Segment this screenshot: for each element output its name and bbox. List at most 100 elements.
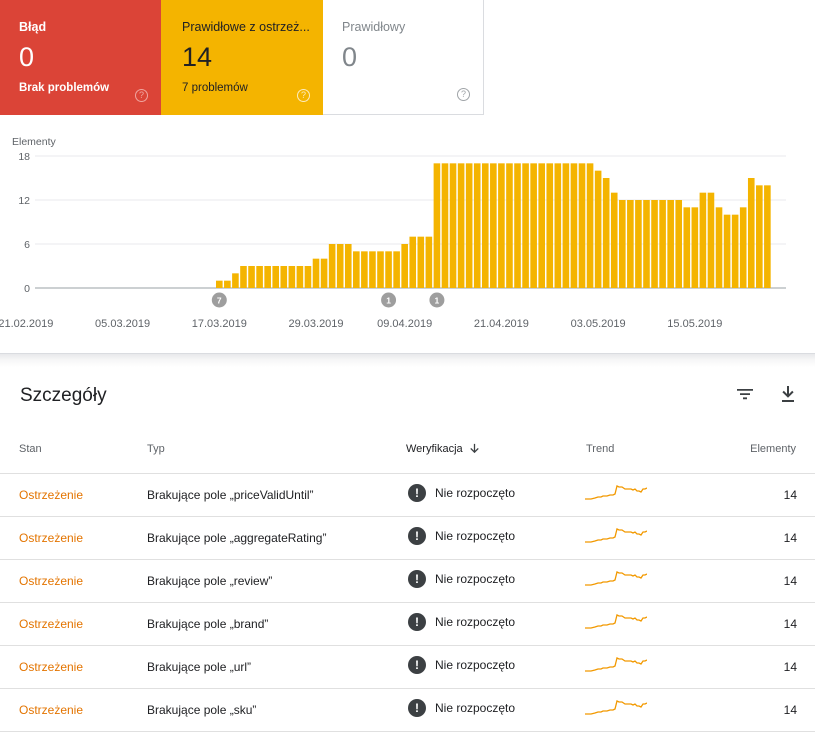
chart-bar[interactable] [304,266,312,288]
chart-bar[interactable] [457,163,465,288]
column-header-elementy[interactable]: Elementy [750,443,796,455]
chart-annotation[interactable]: 1 [381,292,397,308]
chart-bar[interactable] [602,178,610,288]
chart-bar[interactable] [433,163,441,288]
chart-bar[interactable] [764,185,771,288]
exclamation-icon: ! [408,570,426,588]
table-row[interactable]: Ostrzeżenie Brakujące pole „priceValidUnt… [0,474,815,517]
type-cell: Brakujące pole „sku” [147,703,257,717]
chart-bar[interactable] [473,163,481,288]
chart-bar[interactable] [312,258,320,288]
chart-bar[interactable] [224,280,231,288]
chart-bar[interactable] [361,251,368,288]
chart-bar[interactable] [731,214,739,288]
table-row[interactable]: Ostrzeżenie Brakujące pole „brand”! Nie ro… [0,603,815,646]
chart-bar[interactable] [353,251,360,288]
chart-bar[interactable] [328,244,336,288]
chart-bar[interactable] [288,266,296,288]
chart-bar[interactable] [619,200,626,288]
error-card[interactable]: Błąd 0 Brak problemów ? [0,0,161,115]
chart-bar[interactable] [377,251,384,288]
chart-bar[interactable] [248,266,255,288]
column-header-typ[interactable]: Typ [147,443,165,455]
chart-bar[interactable] [570,163,578,288]
chart-bar[interactable] [506,163,513,288]
chart-bar[interactable] [272,266,280,288]
table-row[interactable]: Ostrzeżenie Brakujące pole „review”! Nie r… [0,560,815,603]
column-header-weryfikacja[interactable]: Weryfikacja [406,443,480,455]
chart-bar[interactable] [425,236,433,288]
chart-bar[interactable] [522,163,529,288]
chart-bar[interactable] [691,207,699,288]
chart-bar[interactable] [659,200,666,288]
chart-bar[interactable] [554,163,562,288]
chart-bar[interactable] [546,163,554,288]
chart-bar[interactable] [538,163,545,288]
type-cell: Brakujące pole „review” [147,574,273,588]
help-icon[interactable]: ? [457,88,470,101]
chart-bar[interactable] [216,280,223,288]
chart-bar[interactable] [490,163,497,288]
download-icon[interactable] [776,382,800,406]
validation-cell: ! Nie rozpoczęto [408,484,515,502]
chart-bar[interactable] [635,200,642,288]
chart-annotation[interactable]: 1 [429,292,445,308]
chart-bar[interactable] [465,163,473,288]
chart-bar[interactable] [514,163,521,288]
chart-bar[interactable] [369,251,376,288]
chart-bar[interactable] [643,200,650,288]
chart-bar[interactable] [530,163,537,288]
chart-bar[interactable] [385,251,392,288]
valid-card[interactable]: Prawidłowy 0 ? [323,0,484,115]
chart-bar[interactable] [417,236,425,288]
annotation-label: 1 [386,296,391,306]
filter-icon[interactable] [733,382,757,406]
chart-bar[interactable] [498,163,505,288]
help-icon[interactable]: ? [135,89,148,102]
column-header-stan[interactable]: Stan [19,443,42,455]
chart-bar[interactable] [667,200,674,288]
chart-bar[interactable] [651,200,658,288]
chart-bar[interactable] [675,200,683,288]
chart-bar[interactable] [320,258,328,288]
chart-bar[interactable] [756,185,763,288]
chart-bar[interactable] [715,207,723,288]
chart-bar[interactable] [401,244,408,288]
chart-bar[interactable] [481,163,489,288]
chart-bar[interactable] [627,200,634,288]
warning-card[interactable]: Prawidłowe z ostrzeż... 14 7 problemów ? [161,0,323,115]
chart-bar[interactable] [232,273,239,288]
chart-bar[interactable] [336,244,344,288]
chart-bar[interactable] [594,170,602,288]
help-icon[interactable]: ? [297,89,310,102]
chart-bar[interactable] [683,207,691,288]
table-row[interactable]: Ostrzeżenie Brakujące pole „url”! Nie rozp… [0,646,815,689]
chart-bar[interactable] [240,266,247,288]
chart-bar[interactable] [296,266,304,288]
chart-bar[interactable] [449,163,457,288]
table-row[interactable]: Ostrzeżenie Brakujące pole „aggregateRati… [0,517,815,560]
chart-bar[interactable] [699,192,707,288]
chart-annotation[interactable]: 7 [211,292,227,308]
details-title: Szczegóły [20,385,107,406]
chart-bar[interactable] [610,192,618,288]
chart-bar[interactable] [409,236,417,288]
chart-bar[interactable] [393,251,400,288]
chart-bar[interactable] [280,266,288,288]
chart-bar[interactable] [256,266,263,288]
column-header-weryfikacja-label: Weryfikacja [406,443,463,455]
chart-bar[interactable] [747,178,755,288]
valid-card-label: Prawidłowy [342,20,406,34]
chart-bar[interactable] [723,214,731,288]
column-header-trend[interactable]: Trend [586,443,614,455]
chart-bar[interactable] [707,192,715,288]
chart-bar[interactable] [441,163,449,288]
items-cell: 14 [783,617,797,631]
table-row[interactable]: Ostrzeżenie Brakujące pole „sku”! Nie rozp… [0,689,815,732]
chart-bar[interactable] [344,244,352,288]
chart-bar[interactable] [562,163,570,288]
chart-bar[interactable] [578,163,586,288]
chart-bar[interactable] [739,207,747,288]
chart-bar[interactable] [586,163,594,288]
chart-bar[interactable] [264,266,271,288]
